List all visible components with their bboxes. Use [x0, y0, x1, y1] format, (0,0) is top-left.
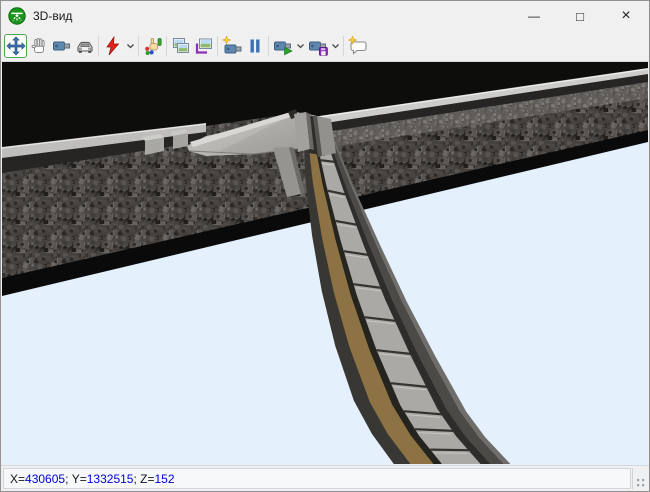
coordinates-readout: X=430605; Y=1332515; Z=152: [3, 468, 631, 489]
camera-save-icon: [308, 36, 328, 56]
3d-road-view-icon: [8, 7, 26, 25]
z-value: 152: [154, 472, 174, 486]
close-button[interactable]: ×: [603, 1, 649, 31]
image-export-icon: [194, 36, 214, 56]
grab-hand-button[interactable]: [27, 34, 50, 58]
toolbar-separator: [98, 36, 99, 56]
maximize-button[interactable]: □: [557, 1, 603, 31]
play-recording-button[interactable]: [271, 34, 294, 58]
3d-scene: [2, 62, 648, 465]
hand-icon: [29, 36, 49, 56]
pointing-hand-icon: [143, 36, 163, 56]
z-label: Z=: [140, 472, 154, 486]
camera-new-icon: [222, 36, 242, 56]
save-image-button[interactable]: [192, 34, 215, 58]
car-icon: [75, 36, 95, 56]
play-recording-dropdown[interactable]: [294, 34, 306, 58]
toolbar-separator: [166, 36, 167, 56]
chevron-down-icon: [296, 36, 305, 56]
chevron-down-icon: [331, 36, 340, 56]
save-recording-dropdown[interactable]: [329, 34, 341, 58]
camera-play-icon: [273, 36, 293, 56]
y-label: Y=: [72, 472, 87, 486]
window-controls: — □ ×: [511, 1, 649, 31]
chevron-down-icon: [126, 36, 135, 56]
toolbar-separator: [217, 36, 218, 56]
x-label: X=: [10, 472, 25, 486]
flyby-camera-button[interactable]: [50, 34, 73, 58]
resize-grip-icon: [636, 478, 646, 488]
pause-recording-button[interactable]: [243, 34, 266, 58]
render-effects-dropdown[interactable]: [124, 34, 136, 58]
copy-images-icon: [171, 36, 191, 56]
render-effects-button[interactable]: [101, 34, 124, 58]
pause-icon: [245, 36, 265, 56]
minimize-button[interactable]: —: [511, 1, 557, 31]
coord-separator: ;: [133, 472, 140, 486]
save-recording-button[interactable]: [306, 34, 329, 58]
app-window: 3D-вид — □ ×: [0, 0, 650, 492]
lightning-icon: [103, 36, 123, 56]
x-value: 430605: [25, 472, 65, 486]
resize-grip[interactable]: [633, 466, 649, 491]
title-bar: 3D-вид — □ ×: [1, 1, 649, 31]
new-video-recording-button[interactable]: [220, 34, 243, 58]
pan-tool-button[interactable]: [4, 34, 27, 58]
toolbar-separator: [343, 36, 344, 56]
window-title: 3D-вид: [33, 9, 72, 23]
status-bar: X=430605; Y=1332515; Z=152: [1, 465, 649, 491]
video-camera-icon: [52, 36, 72, 56]
y-value: 1332515: [87, 472, 134, 486]
new-comment-button[interactable]: [346, 34, 369, 58]
pan-arrows-icon: [6, 36, 26, 56]
toolbar-separator: [138, 36, 139, 56]
3d-viewport[interactable]: [2, 62, 648, 465]
pick-object-button[interactable]: [141, 34, 164, 58]
toolbar-separator: [268, 36, 269, 56]
copy-image-button[interactable]: [169, 34, 192, 58]
coord-separator: ;: [65, 472, 72, 486]
comment-bubble-icon: [348, 36, 368, 56]
toolbar: [1, 31, 649, 62]
drive-car-button[interactable]: [73, 34, 96, 58]
